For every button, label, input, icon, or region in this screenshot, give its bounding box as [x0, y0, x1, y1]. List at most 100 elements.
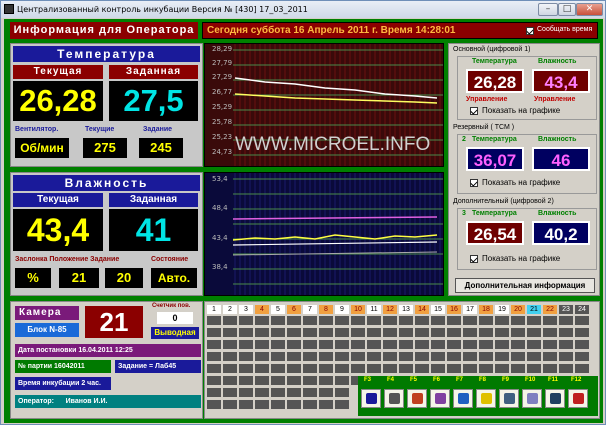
chamber-cell[interactable] — [367, 316, 381, 325]
chamber-cell[interactable] — [575, 316, 589, 325]
chamber-cell[interactable] — [559, 352, 573, 361]
chamber-cell[interactable] — [239, 340, 253, 349]
chamber-cell[interactable] — [511, 364, 525, 373]
chamber-cell[interactable] — [399, 340, 413, 349]
chamber-cell[interactable] — [335, 328, 349, 337]
chamber-cell[interactable] — [463, 364, 477, 373]
chamber-cell[interactable] — [431, 328, 445, 337]
chamber-cell[interactable] — [287, 388, 301, 397]
maximize-button[interactable]: □ — [558, 3, 576, 16]
chamber-cell[interactable] — [447, 316, 461, 325]
function-key-button[interactable] — [499, 389, 519, 408]
chamber-cell[interactable] — [543, 364, 557, 373]
chamber-cell[interactable] — [207, 328, 221, 337]
chamber-cell[interactable] — [527, 316, 541, 325]
chamber-cell[interactable] — [511, 328, 525, 337]
chamber-column-header[interactable]: 18 — [479, 305, 493, 314]
chamber-cell[interactable] — [575, 340, 589, 349]
chamber-cell[interactable] — [559, 364, 573, 373]
chamber-cell[interactable] — [543, 352, 557, 361]
chamber-cell[interactable] — [319, 328, 333, 337]
chamber-cell[interactable] — [239, 316, 253, 325]
chamber-cell[interactable] — [399, 364, 413, 373]
chamber-cell[interactable] — [463, 352, 477, 361]
chamber-cell[interactable] — [383, 352, 397, 361]
chamber-cell[interactable] — [303, 316, 317, 325]
chamber-cell[interactable] — [287, 328, 301, 337]
chamber-cell[interactable] — [319, 364, 333, 373]
chamber-cell[interactable] — [239, 352, 253, 361]
chamber-cell[interactable] — [479, 328, 493, 337]
chamber-cell[interactable] — [415, 316, 429, 325]
chamber-cell[interactable] — [351, 352, 365, 361]
function-key-button[interactable] — [361, 389, 381, 408]
chamber-cell[interactable] — [271, 352, 285, 361]
chamber-cell[interactable] — [431, 364, 445, 373]
chamber-cell[interactable] — [207, 352, 221, 361]
chamber-column-header[interactable]: 23 — [559, 305, 573, 314]
chamber-cell[interactable] — [303, 340, 317, 349]
chamber-cell[interactable] — [559, 316, 573, 325]
chamber-cell[interactable] — [319, 316, 333, 325]
chamber-cell[interactable] — [255, 352, 269, 361]
chamber-cell[interactable] — [431, 316, 445, 325]
chamber-cell[interactable] — [511, 352, 525, 361]
chamber-cell[interactable] — [367, 328, 381, 337]
chamber-cell[interactable] — [223, 352, 237, 361]
chamber-cell[interactable] — [335, 340, 349, 349]
chamber-cell[interactable] — [463, 340, 477, 349]
chamber-column-header[interactable]: 7 — [303, 305, 317, 314]
chamber-column-header[interactable]: 12 — [383, 305, 397, 314]
chamber-cell[interactable] — [415, 364, 429, 373]
chamber-cell[interactable] — [575, 328, 589, 337]
chamber-cell[interactable] — [399, 316, 413, 325]
chamber-cell[interactable] — [239, 400, 253, 409]
chamber-cell[interactable] — [255, 364, 269, 373]
chamber-cell[interactable] — [463, 316, 477, 325]
chamber-cell[interactable] — [463, 328, 477, 337]
chamber-cell[interactable] — [351, 316, 365, 325]
more-info-button[interactable]: Дополнительная информация — [455, 278, 595, 293]
chamber-cell[interactable] — [399, 352, 413, 361]
chamber-column-header[interactable]: 3 — [239, 305, 253, 314]
chamber-cell[interactable] — [223, 328, 237, 337]
chamber-cell[interactable] — [495, 364, 509, 373]
function-key-button[interactable] — [476, 389, 496, 408]
chamber-cell[interactable] — [319, 352, 333, 361]
chamber-cell[interactable] — [479, 364, 493, 373]
chamber-cell[interactable] — [367, 352, 381, 361]
chamber-cell[interactable] — [527, 328, 541, 337]
chamber-cell[interactable] — [495, 352, 509, 361]
chamber-cell[interactable] — [271, 364, 285, 373]
close-button[interactable]: ✕ — [576, 3, 603, 16]
chamber-cell[interactable] — [303, 400, 317, 409]
chamber-cell[interactable] — [527, 352, 541, 361]
chamber-column-header[interactable]: 16 — [447, 305, 461, 314]
chamber-cell[interactable] — [575, 352, 589, 361]
chamber-column-header[interactable]: 6 — [287, 305, 301, 314]
chamber-cell[interactable] — [271, 400, 285, 409]
chamber-column-header[interactable]: 4 — [255, 305, 269, 314]
chamber-column-header[interactable]: 21 — [527, 305, 541, 314]
chamber-cell[interactable] — [575, 364, 589, 373]
chamber-cell[interactable] — [239, 388, 253, 397]
chamber-cell[interactable] — [351, 364, 365, 373]
chamber-cell[interactable] — [223, 400, 237, 409]
chamber-cell[interactable] — [239, 328, 253, 337]
chamber-cell[interactable] — [335, 400, 349, 409]
chamber-cell[interactable] — [479, 352, 493, 361]
notify-time-checkbox[interactable] — [526, 27, 534, 35]
chamber-cell[interactable] — [303, 328, 317, 337]
chamber-cell[interactable] — [335, 364, 349, 373]
chamber-cell[interactable] — [511, 316, 525, 325]
chamber-cell[interactable] — [223, 340, 237, 349]
chamber-column-header[interactable]: 13 — [399, 305, 413, 314]
chamber-cell[interactable] — [367, 340, 381, 349]
chamber-cell[interactable] — [255, 400, 269, 409]
chamber-cell[interactable] — [255, 376, 269, 385]
chamber-cell[interactable] — [239, 364, 253, 373]
chamber-cell[interactable] — [223, 388, 237, 397]
chamber-cell[interactable] — [319, 388, 333, 397]
function-key-button[interactable] — [384, 389, 404, 408]
chamber-cell[interactable] — [335, 376, 349, 385]
